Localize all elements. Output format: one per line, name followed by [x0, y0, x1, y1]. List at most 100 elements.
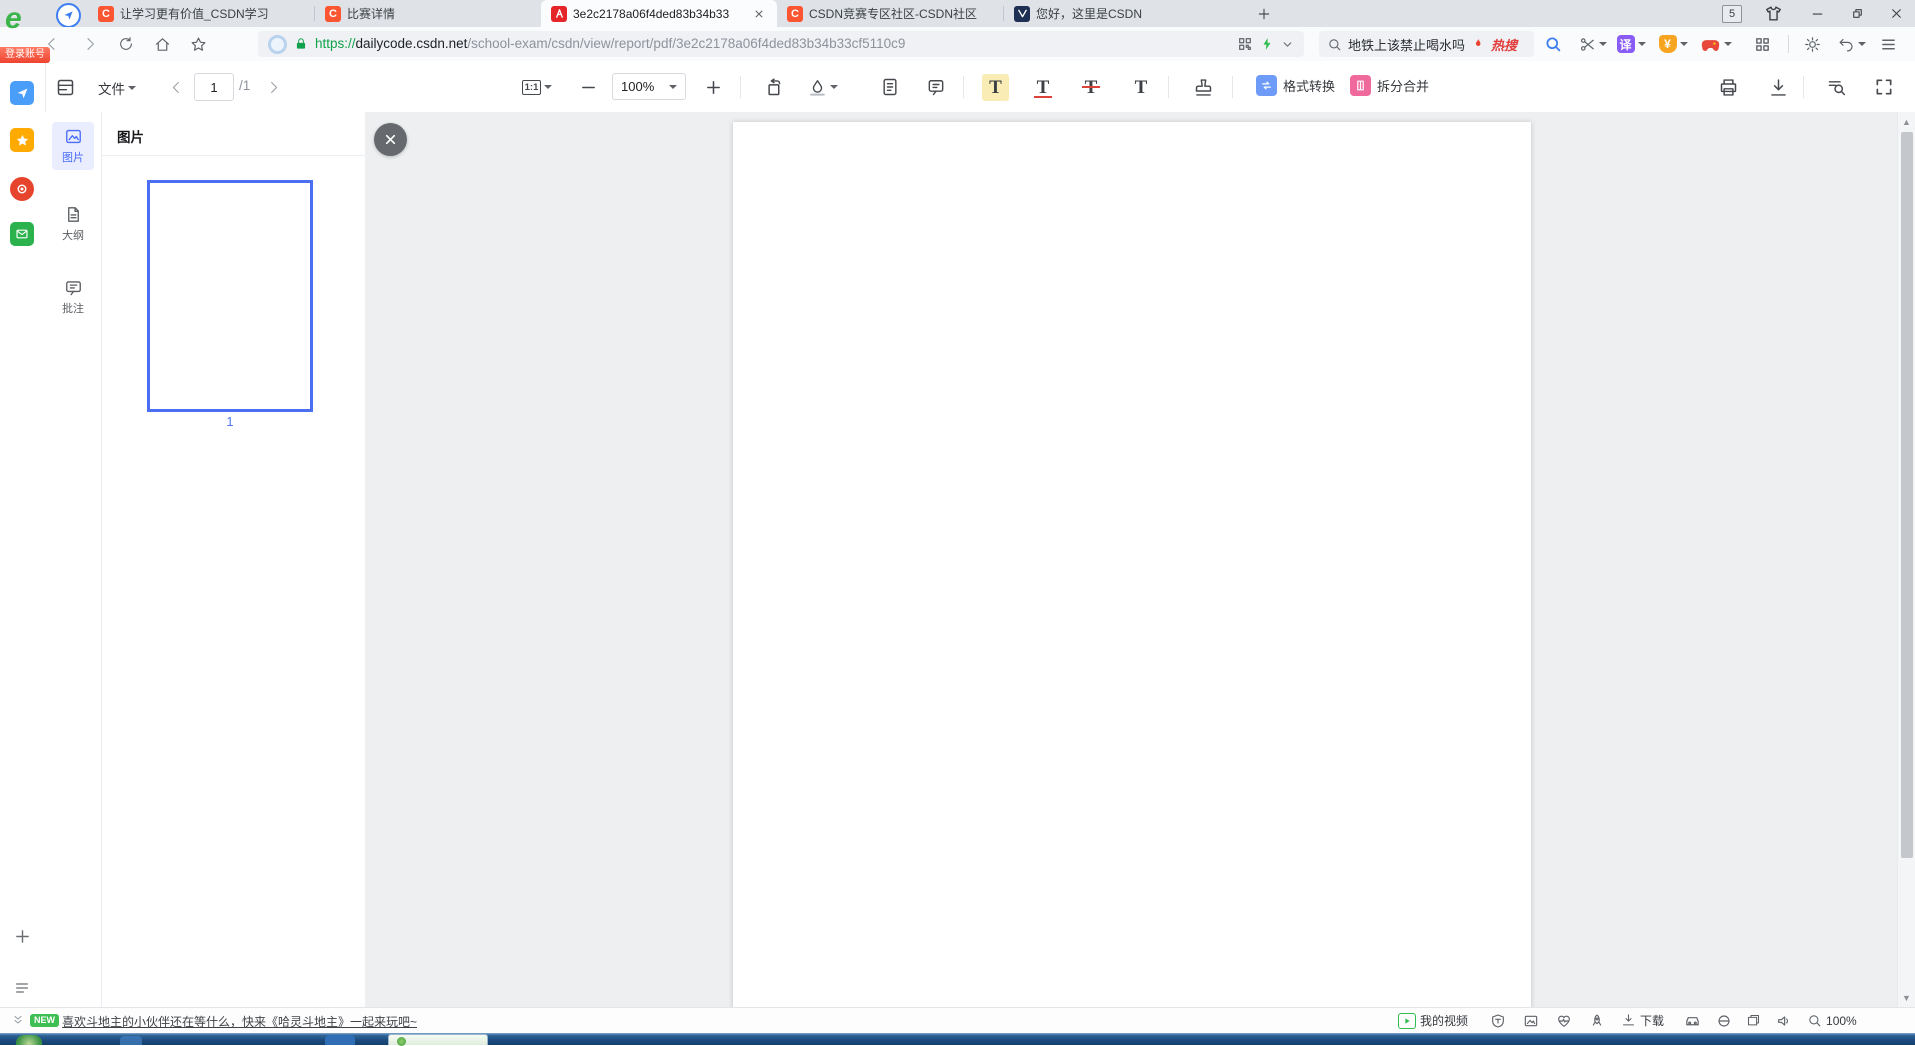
tab-count-badge[interactable]: 5	[1722, 5, 1742, 23]
favorites-star-icon[interactable]	[10, 128, 34, 152]
pdf-canvas[interactable]	[365, 112, 1897, 1008]
prev-page-button[interactable]	[163, 74, 189, 100]
menu-hamburger-icon[interactable]	[1878, 35, 1898, 53]
rail-list-icon[interactable]	[10, 976, 34, 1000]
daynight-sun-icon[interactable]	[1802, 35, 1822, 53]
lightning-speed-icon[interactable]	[1260, 37, 1274, 51]
security-shield-icon[interactable]	[1490, 1013, 1506, 1029]
csdn-service-favicon	[1014, 5, 1030, 22]
my-videos-icon[interactable]	[1398, 1012, 1416, 1029]
window-mode-icon[interactable]	[1746, 1013, 1761, 1028]
address-bar[interactable]: https://dailycode.csdn.net/school-exam/c…	[258, 31, 1304, 57]
toggle-sidebar-icon[interactable]	[52, 74, 78, 100]
close-button[interactable]	[1879, 0, 1913, 27]
panel-tab-outline[interactable]: 大纲	[52, 200, 94, 248]
zoom-in-button[interactable]	[700, 74, 726, 100]
home-button[interactable]	[152, 35, 172, 53]
add-panel-icon[interactable]	[10, 924, 34, 948]
site-info-icon[interactable]	[268, 34, 287, 54]
text-strikethrough-tool[interactable]: T	[1078, 74, 1104, 100]
hot-search-label: 热搜	[1491, 37, 1518, 53]
text-highlight-tool[interactable]: T	[982, 74, 1009, 101]
translate-icon[interactable]: 译	[1615, 35, 1647, 53]
start-orb[interactable]	[16, 1035, 42, 1045]
speaker-icon[interactable]	[1776, 1013, 1792, 1029]
vertical-scrollbar[interactable]: ▲ ▼	[1897, 112, 1915, 1008]
comment-icon[interactable]	[923, 74, 949, 100]
promo-link[interactable]: 喜欢斗地主的小伙伴还在等什么，快来《哈灵斗地主》一起来玩吧~	[62, 1013, 417, 1030]
file-menu[interactable]: 文件	[98, 78, 136, 98]
fullscreen-icon[interactable]	[1871, 74, 1897, 100]
tab-csdn-community[interactable]: C CSDN竞赛专区社区-CSDN社区	[777, 0, 1003, 27]
restore-session-icon[interactable]	[1836, 35, 1868, 53]
game-center-icon[interactable]	[1699, 35, 1733, 53]
text-tool-glyph: T	[1134, 76, 1148, 98]
text-insert-tool[interactable]: T	[1128, 74, 1154, 100]
tab-csdn-learn[interactable]: C 让学习更有价值_CSDN学习	[88, 0, 314, 27]
tab-contest-detail[interactable]: C 比赛详情	[315, 0, 541, 27]
scroll-up-icon[interactable]: ▲	[1898, 117, 1915, 127]
text-underline-tool[interactable]: T	[1030, 74, 1056, 100]
search-document-icon[interactable]	[1823, 74, 1849, 100]
tab-csdn-service[interactable]: 您好，这里是CSDN	[1004, 0, 1230, 27]
zoom-magnifier-icon[interactable]	[1807, 1013, 1822, 1028]
wallet-shield-icon[interactable]: ¥	[1657, 35, 1689, 53]
tab-close-icon[interactable]	[751, 6, 767, 22]
pdf-page[interactable]	[733, 122, 1531, 1008]
taskbar-icon[interactable]	[120, 1036, 142, 1045]
login-badge[interactable]: 登录账号	[0, 47, 50, 63]
refresh-button[interactable]	[116, 35, 136, 53]
note-page-icon[interactable]	[877, 74, 903, 100]
theme-shirt-icon[interactable]	[1764, 4, 1783, 23]
scroll-down-icon[interactable]: ▼	[1898, 993, 1915, 1003]
panel-tab-annotations[interactable]: 批注	[52, 273, 94, 321]
url-path: /school-exam/csdn/view/report/pdf/3e2c21…	[467, 36, 906, 51]
my-videos-label[interactable]: 我的视频	[1420, 1012, 1468, 1029]
health-heart-icon[interactable]	[1556, 1013, 1572, 1029]
stamp-icon[interactable]	[1190, 74, 1216, 100]
fit-label: 1:1	[521, 79, 542, 95]
tab-pdf-report-active[interactable]: 3e2c2178a06f4ded83b34b33	[541, 0, 777, 27]
minimize-button[interactable]	[1800, 0, 1834, 27]
taskbar-icon[interactable]	[325, 1035, 355, 1045]
scrollbar-thumb[interactable]	[1901, 132, 1913, 858]
rotate-page-icon[interactable]	[760, 74, 786, 100]
download-label[interactable]: 下载	[1640, 1012, 1664, 1029]
page-thumbnail-1[interactable]	[147, 180, 313, 412]
active-task-button[interactable]	[388, 1034, 488, 1046]
picture-mode-icon[interactable]	[1523, 1013, 1539, 1029]
qr-code-icon[interactable]	[1237, 36, 1253, 52]
search-go-button[interactable]	[1543, 35, 1563, 53]
page-number-input[interactable]: 1	[194, 73, 234, 101]
browser-home-compass-icon[interactable]	[56, 3, 81, 28]
forward-button[interactable]	[80, 35, 100, 53]
bookmark-star-icon[interactable]	[188, 35, 208, 53]
collapse-chevrons-icon[interactable]	[12, 1014, 24, 1026]
split-merge-button[interactable]: 拆分合并	[1350, 75, 1429, 96]
panel-tab-images[interactable]: 图片	[52, 122, 94, 170]
page-zoom-value[interactable]: 100%	[1826, 1014, 1857, 1028]
chevron-down-icon[interactable]	[1281, 38, 1294, 51]
incognito-car-icon[interactable]	[1684, 1012, 1701, 1029]
highlight-fill-icon[interactable]	[805, 74, 841, 100]
weibo-icon[interactable]	[10, 177, 34, 201]
fit-actual-size-button[interactable]: 1:1	[515, 74, 559, 100]
restore-button[interactable]	[1840, 0, 1874, 27]
new-badge: NEW	[30, 1014, 59, 1027]
hot-search-box[interactable]: 地铁上该禁止喝水吗 热搜	[1319, 31, 1534, 57]
next-page-button[interactable]	[260, 74, 286, 100]
screenshot-scissors-icon[interactable]	[1578, 35, 1608, 53]
zoom-out-button[interactable]	[575, 74, 601, 100]
apps-grid-icon[interactable]	[1752, 35, 1772, 53]
download-icon[interactable]	[1765, 74, 1791, 100]
format-convert-button[interactable]: 格式转换	[1256, 75, 1335, 96]
print-icon[interactable]	[1715, 74, 1741, 100]
download-manager-icon[interactable]	[1621, 1013, 1636, 1028]
booster-rocket-icon[interactable]	[1589, 1013, 1605, 1029]
zoom-level-select[interactable]: 100%	[612, 73, 686, 100]
compat-swirl-icon[interactable]	[1716, 1013, 1732, 1029]
quick-app-icon[interactable]	[10, 81, 34, 105]
new-tab-button[interactable]	[1253, 3, 1275, 25]
mail-icon[interactable]	[10, 222, 34, 246]
close-panel-button[interactable]	[374, 123, 407, 156]
